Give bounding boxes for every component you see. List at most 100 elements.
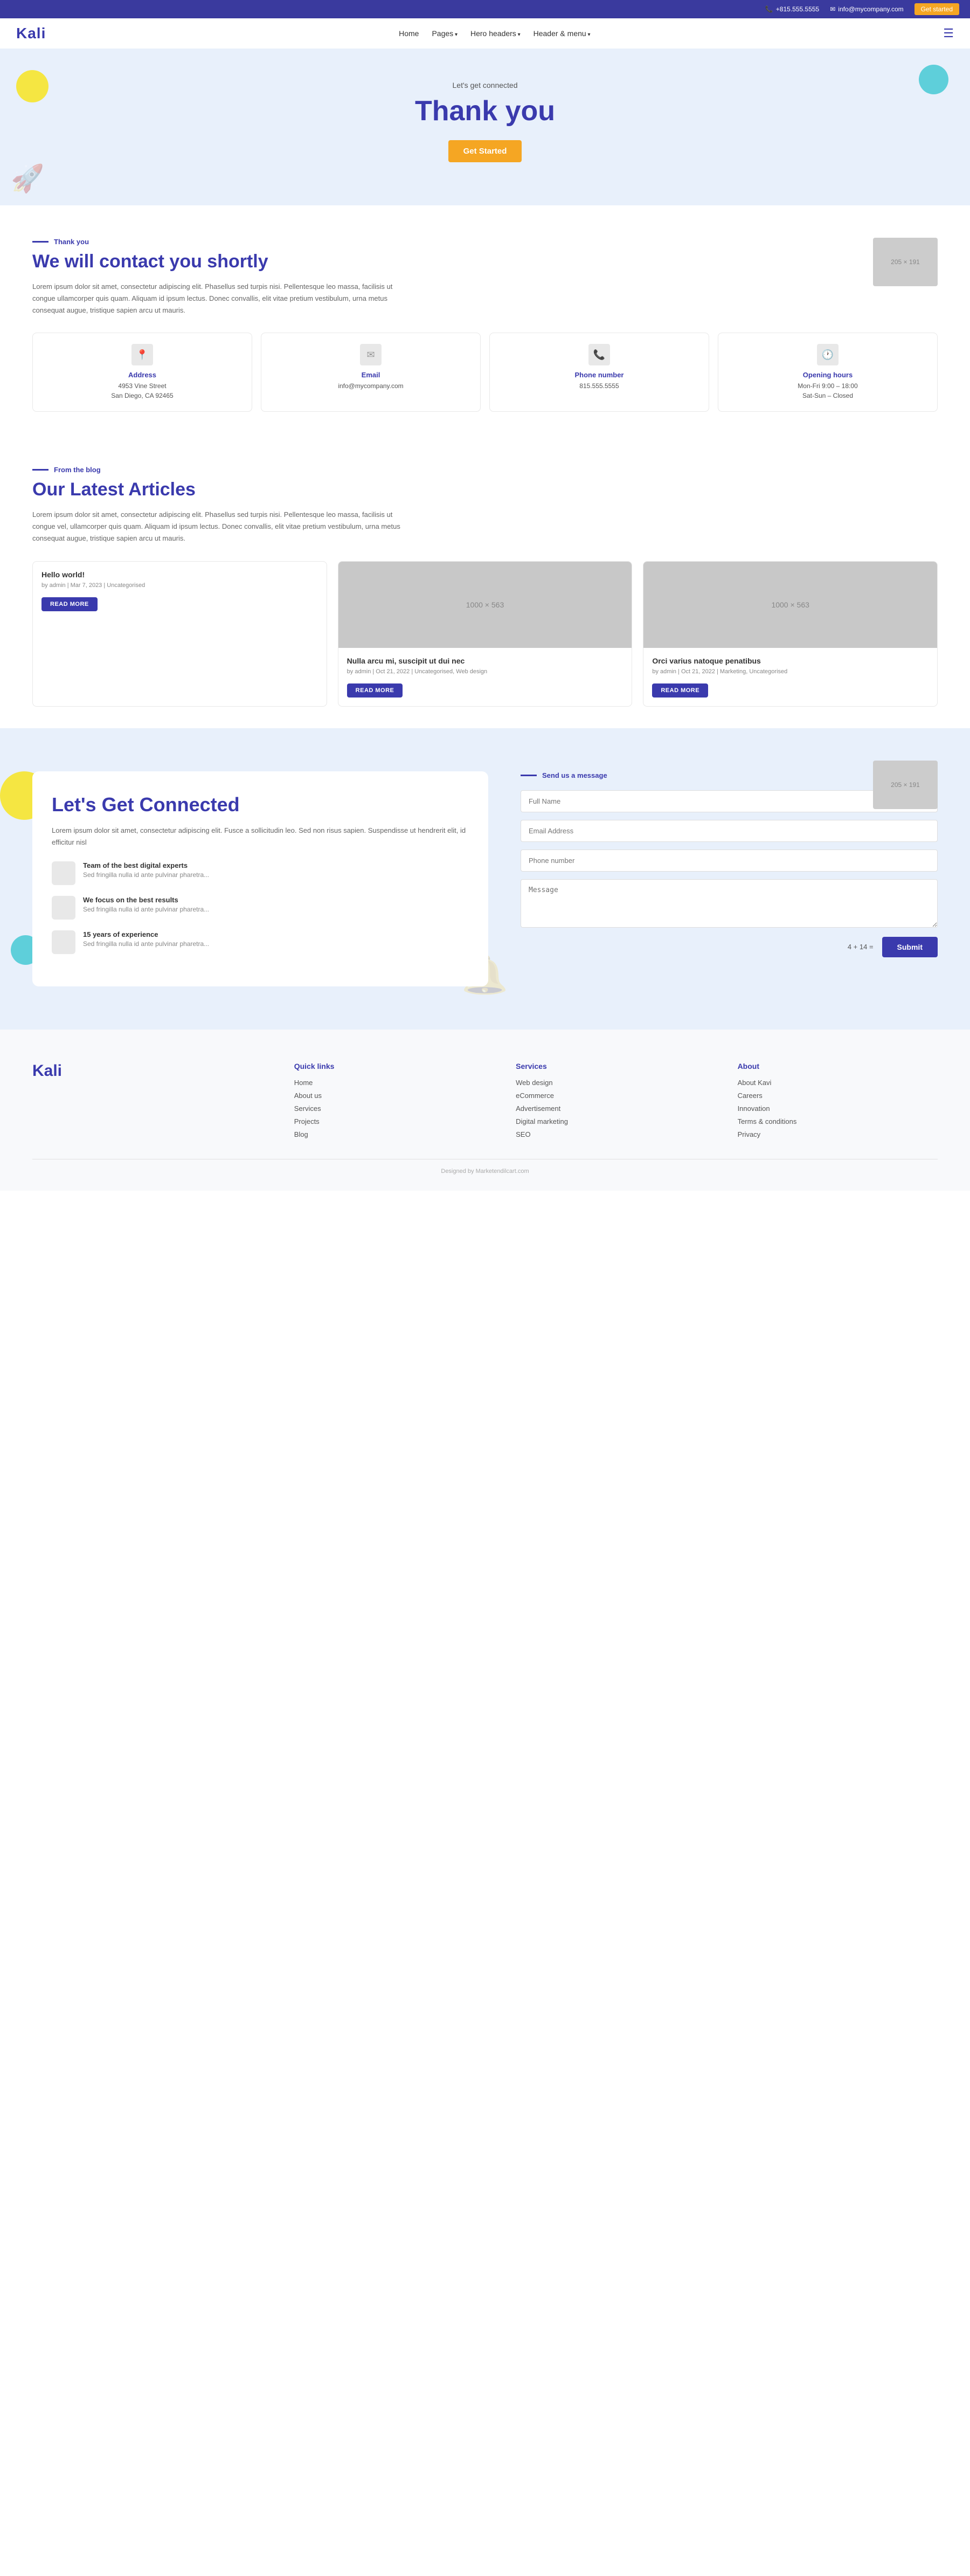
captcha-text: 4 + 14 = xyxy=(848,943,874,951)
submit-button[interactable]: Submit xyxy=(882,937,938,957)
nav-pages[interactable]: Pages xyxy=(432,29,458,38)
feature-desc-3: Sed fringilla nulla id ante pulvinar pha… xyxy=(83,940,209,948)
footer-about-title: About xyxy=(738,1062,938,1071)
nav-header-menu[interactable]: Header & menu xyxy=(534,29,591,38)
footer-svc-ecommerce[interactable]: eCommerce xyxy=(516,1092,554,1100)
contact-info-section: 205 × 191 Thank you We will contact you … xyxy=(0,205,970,433)
article-title-1: Hello world! xyxy=(41,570,318,579)
hero-title: Thank you xyxy=(11,95,959,127)
hero-circle-teal xyxy=(919,65,948,94)
message-input[interactable] xyxy=(521,879,938,928)
connect-left-card: Let's Get Connected Lorem ipsum dolor si… xyxy=(32,771,488,986)
footer-about-kavi[interactable]: About Kavi xyxy=(738,1079,772,1087)
contact-section-title: We will contact you shortly xyxy=(32,251,938,272)
article-img-2: 1000 × 563 xyxy=(338,562,632,648)
read-more-btn-1[interactable]: READ MORE xyxy=(41,597,98,611)
card-email-title: Email xyxy=(270,371,472,379)
topbar-phone: 📞 +815.555.5555 xyxy=(765,5,819,13)
blog-section: From the blog Our Latest Articles Lorem … xyxy=(0,433,970,728)
card-phone-text: 815.555.5555 xyxy=(498,381,700,391)
article-body-3: Orci varius natoque penatibus by admin |… xyxy=(643,648,937,706)
article-card-2: 1000 × 563 Nulla arcu mi, suscipit ut du… xyxy=(338,561,633,707)
email-input[interactable] xyxy=(521,820,938,842)
footer-about-innovation[interactable]: Innovation xyxy=(738,1104,770,1113)
footer: Kali Quick links Home About us Services … xyxy=(0,1030,970,1191)
feature-icon-2 xyxy=(52,896,75,920)
article-title-3: Orci varius natoque penatibus xyxy=(652,657,929,665)
card-email: ✉ Email info@mycompany.com xyxy=(261,333,481,412)
footer-link-about[interactable]: About us xyxy=(294,1092,322,1100)
feature-item-3: 15 years of experience Sed fringilla nul… xyxy=(52,930,469,954)
blog-section-text: Lorem ipsum dolor sit amet, consectetur … xyxy=(32,509,410,544)
card-phone-title: Phone number xyxy=(498,371,700,379)
footer-about-privacy[interactable]: Privacy xyxy=(738,1130,761,1138)
footer-svc-digital[interactable]: Digital marketing xyxy=(516,1117,568,1125)
phone-group xyxy=(521,850,938,872)
article-img-3: 1000 × 563 xyxy=(643,562,937,648)
nav-home[interactable]: Home xyxy=(399,29,419,38)
card-email-text: info@mycompany.com xyxy=(270,381,472,391)
connect-desc: Lorem ipsum dolor sit amet, consectetur … xyxy=(52,825,469,848)
contact-placeholder-img: 205 × 191 xyxy=(873,238,938,286)
card-hours: 🕐 Opening hours Mon-Fri 9:00 – 18:00 Sat… xyxy=(718,333,938,412)
read-more-btn-2[interactable]: READ MORE xyxy=(347,683,403,697)
article-meta-3: by admin | Oct 21, 2022 | Marketing, Unc… xyxy=(652,668,929,675)
feature-desc-1: Sed fringilla nulla id ante pulvinar pha… xyxy=(83,871,209,879)
read-more-btn-3[interactable]: READ MORE xyxy=(652,683,708,697)
connect-section: 205 × 191 🔔 Let's Get Connected Lorem ip… xyxy=(0,728,970,1030)
blog-section-title: Our Latest Articles xyxy=(32,479,938,500)
message-group xyxy=(521,879,938,929)
card-address: 📍 Address 4953 Vine Street San Diego, CA… xyxy=(32,333,252,412)
article-card-1: Hello world! by admin | Mar 7, 2023 | Un… xyxy=(32,561,327,707)
footer-svc-advertisement[interactable]: Advertisement xyxy=(516,1104,560,1113)
footer-logo: Kali xyxy=(32,1062,273,1143)
feature-text-1: Team of the best digital experts Sed fri… xyxy=(83,861,209,879)
footer-about-careers[interactable]: Careers xyxy=(738,1092,763,1100)
card-hours-title: Opening hours xyxy=(727,371,929,379)
phone-input[interactable] xyxy=(521,850,938,872)
feature-text-3: 15 years of experience Sed fringilla nul… xyxy=(83,930,209,948)
footer-inner: Kali Quick links Home About us Services … xyxy=(32,1062,938,1143)
card-phone: 📞 Phone number 815.555.5555 xyxy=(489,333,709,412)
connect-title: Let's Get Connected xyxy=(52,793,469,816)
hero-rocket-icon: 🚀 xyxy=(11,163,44,195)
feature-title-1: Team of the best digital experts xyxy=(83,861,209,869)
article-card-3: 1000 × 563 Orci varius natoque penatibus… xyxy=(643,561,938,707)
feature-icon-1 xyxy=(52,861,75,885)
footer-quick-links: Quick links Home About us Services Proje… xyxy=(294,1062,494,1143)
footer-svc-webdesign[interactable]: Web design xyxy=(516,1079,552,1087)
email-icon: ✉ xyxy=(360,344,382,365)
footer-quick-links-title: Quick links xyxy=(294,1062,494,1071)
card-hours-text: Mon-Fri 9:00 – 18:00 Sat-Sun – Closed xyxy=(727,381,929,400)
footer-link-home[interactable]: Home xyxy=(294,1079,313,1087)
footer-services: Services Web design eCommerce Advertisem… xyxy=(516,1062,716,1143)
footer-link-projects[interactable]: Projects xyxy=(294,1117,320,1125)
hero-section: 🚀 Let's get connected Thank you Get Star… xyxy=(0,49,970,205)
top-bar: 📞 +815.555.5555 ✉ info@mycompany.com Get… xyxy=(0,0,970,18)
feature-icon-3 xyxy=(52,930,75,954)
info-cards-row: 📍 Address 4953 Vine Street San Diego, CA… xyxy=(32,333,938,412)
form-footer: 4 + 14 = Submit xyxy=(521,937,938,957)
site-logo: Kali xyxy=(16,25,46,42)
footer-link-services[interactable]: Services xyxy=(294,1104,321,1113)
footer-svc-seo[interactable]: SEO xyxy=(516,1130,530,1138)
article-meta-1: by admin | Mar 7, 2023 | Uncategorised xyxy=(41,582,318,589)
articles-row: Hello world! by admin | Mar 7, 2023 | Un… xyxy=(32,561,938,707)
card-address-title: Address xyxy=(41,371,243,379)
footer-link-blog[interactable]: Blog xyxy=(294,1130,308,1138)
footer-about-terms[interactable]: Terms & conditions xyxy=(738,1117,797,1125)
footer-services-title: Services xyxy=(516,1062,716,1071)
feature-text-2: We focus on the best results Sed fringil… xyxy=(83,896,209,913)
hero-cta-button[interactable]: Get Started xyxy=(448,140,522,162)
address-icon: 📍 xyxy=(131,344,153,365)
nav-hero-headers[interactable]: Hero headers xyxy=(470,29,521,38)
connect-placeholder-img: 205 × 191 xyxy=(873,761,938,809)
hamburger-icon[interactable]: ☰ xyxy=(943,26,954,40)
connect-inner: Let's Get Connected Lorem ipsum dolor si… xyxy=(32,771,938,986)
article-meta-2: by admin | Oct 21, 2022 | Uncategorised,… xyxy=(347,668,623,675)
topbar-cta-button[interactable]: Get started xyxy=(914,3,959,15)
article-body-1: Hello world! by admin | Mar 7, 2023 | Un… xyxy=(33,562,327,620)
feature-title-3: 15 years of experience xyxy=(83,930,209,938)
contact-section-label: Thank you xyxy=(32,238,938,246)
feature-title-2: We focus on the best results xyxy=(83,896,209,904)
